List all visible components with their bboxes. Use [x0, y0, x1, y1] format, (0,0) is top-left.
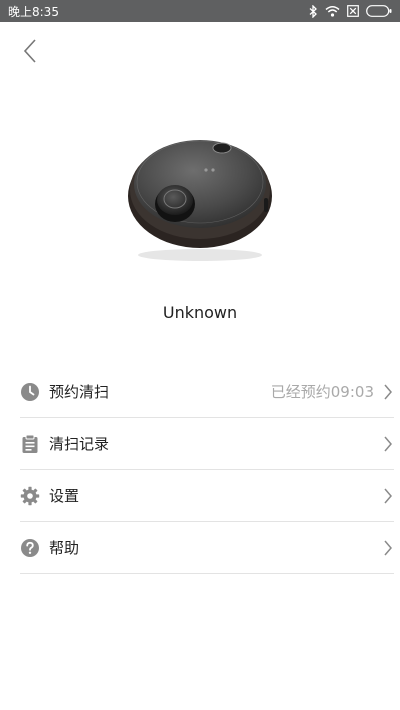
menu-item-settings[interactable]: 设置	[20, 470, 394, 522]
help-icon	[20, 538, 40, 558]
battery-icon	[366, 5, 392, 17]
menu-item-label: 预约清扫	[49, 383, 110, 401]
status-bar: 晚上8:35	[0, 0, 400, 22]
bluetooth-icon	[309, 4, 318, 18]
menu-list: 预约清扫 已经预约09:03 清扫记录 设置 帮助	[20, 366, 394, 574]
no-sim-icon	[347, 5, 359, 17]
menu-item-label: 清扫记录	[49, 435, 110, 453]
status-icons	[309, 4, 392, 18]
device-name: Unknown	[162, 303, 238, 322]
gear-icon	[20, 486, 40, 506]
chevron-right-icon	[382, 487, 394, 505]
wifi-icon	[325, 5, 340, 17]
chevron-right-icon	[382, 539, 394, 557]
robot-vacuum-image	[120, 118, 280, 268]
menu-item-help[interactable]: 帮助	[20, 522, 394, 574]
schedule-value: 已经预约09:03	[270, 383, 374, 401]
status-time: 晚上8:35	[8, 4, 59, 19]
chevron-right-icon	[382, 435, 394, 453]
menu-item-label: 帮助	[49, 539, 80, 557]
chevron-left-icon	[23, 38, 37, 68]
chevron-right-icon	[382, 383, 394, 401]
back-button[interactable]	[16, 38, 44, 68]
menu-item-label: 设置	[49, 487, 80, 505]
clipboard-icon	[20, 434, 40, 454]
clock-icon	[20, 382, 40, 402]
menu-item-schedule-clean[interactable]: 预约清扫 已经预约09:03	[20, 366, 394, 418]
menu-item-clean-history[interactable]: 清扫记录	[20, 418, 394, 470]
